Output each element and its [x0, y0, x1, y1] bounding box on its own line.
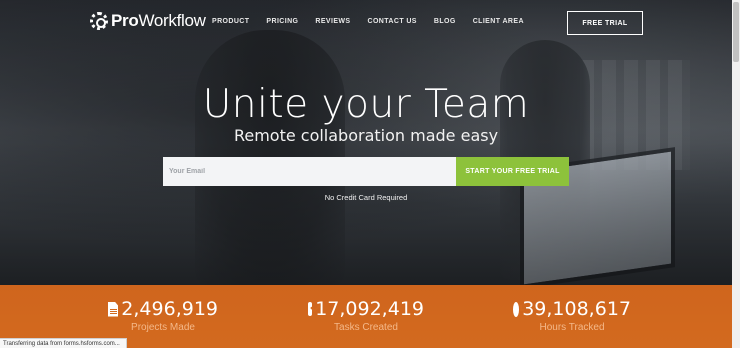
clock-icon: [513, 301, 525, 317]
gear-logo-icon: [90, 12, 108, 30]
start-free-trial-button[interactable]: START YOUR FREE TRIAL: [456, 157, 569, 186]
checkbox-icon: [308, 302, 313, 316]
free-trial-button[interactable]: FREE TRIAL: [567, 11, 643, 35]
stat-value: 2,496,919: [121, 298, 218, 320]
document-icon: [108, 301, 119, 317]
hero-title: Unite your Team: [202, 82, 530, 127]
hero-subtitle: Remote collaboration made easy: [233, 126, 499, 145]
stat-value: 39,108,617: [522, 298, 631, 320]
stat-label: Hours Tracked: [539, 322, 605, 333]
logo-text-light: Workflow: [138, 11, 206, 30]
email-input[interactable]: [163, 157, 456, 186]
page-scrollbar[interactable]: [732, 0, 740, 348]
stat-projects: 2,496,919 Projects Made: [108, 298, 218, 333]
stat-value: 17,092,419: [315, 298, 424, 320]
nav-item-blog[interactable]: BLOG: [434, 18, 456, 25]
stat-label: Tasks Created: [334, 322, 398, 333]
top-nav: Pro Workflow PRODUCT PRICING REVIEWS CONT…: [0, 0, 732, 44]
proworkflow-logo[interactable]: Pro Workflow: [90, 11, 206, 31]
stat-label: Projects Made: [131, 322, 195, 333]
nav-item-reviews[interactable]: REVIEWS: [315, 18, 350, 25]
signup-form: START YOUR FREE TRIAL: [163, 157, 569, 186]
nav-item-pricing[interactable]: PRICING: [266, 18, 298, 25]
main-menu: PRODUCT PRICING REVIEWS CONTACT US BLOG …: [212, 18, 524, 25]
stat-hours: 39,108,617 Hours Tracked: [513, 298, 631, 333]
nav-item-contact-us[interactable]: CONTACT US: [368, 18, 417, 25]
nav-item-product[interactable]: PRODUCT: [212, 18, 249, 25]
stat-tasks: 17,092,419 Tasks Created: [308, 298, 424, 333]
no-credit-card-note: No Credit Card Required: [324, 193, 408, 202]
browser-status-bar: Transferring data from forms.hsforms.com…: [0, 338, 127, 348]
logo-text-bold: Pro: [111, 11, 139, 30]
scrollbar-thumb[interactable]: [733, 2, 739, 62]
nav-item-client-area[interactable]: CLIENT AREA: [473, 18, 524, 25]
